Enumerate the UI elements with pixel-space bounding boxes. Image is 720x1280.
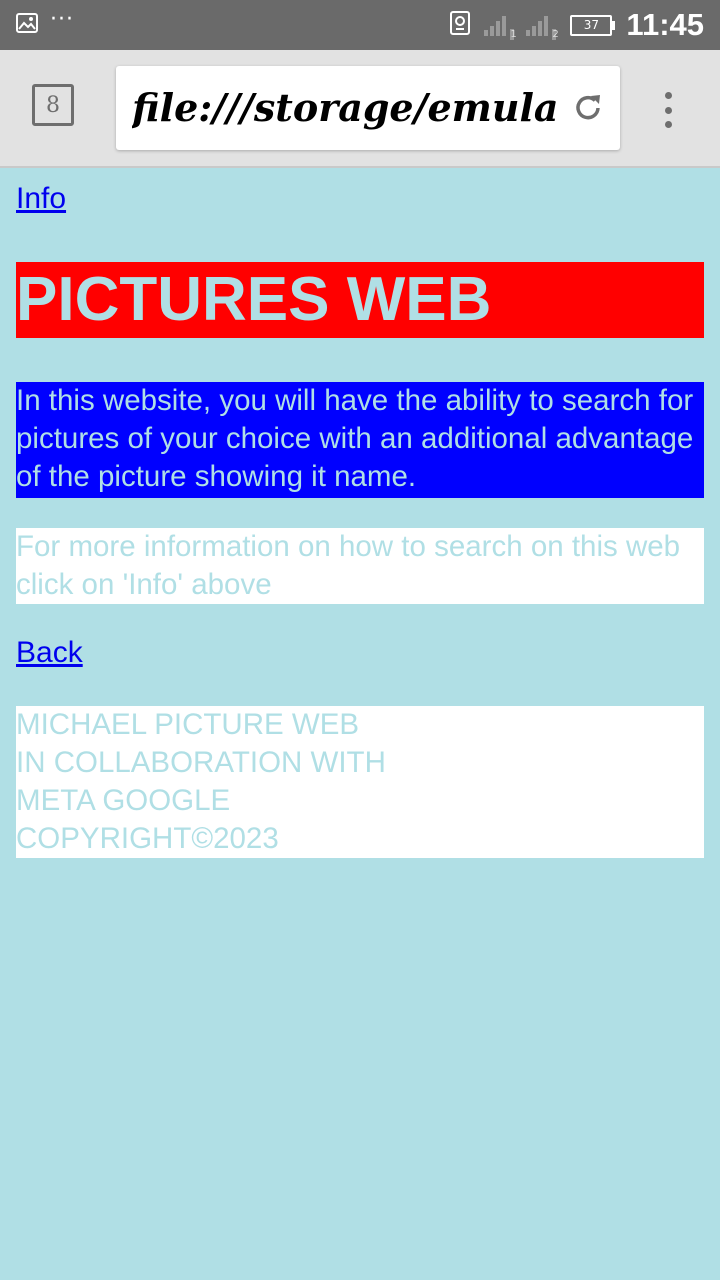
notification-area: ··· [0,9,74,37]
sim2-label: 2 [552,29,559,40]
image-icon [16,13,38,37]
signal-sim2-icon: 2 [526,14,559,40]
overflow-menu-icon[interactable] [658,92,678,128]
back-link[interactable]: Back [16,636,83,670]
sim1-label: 1 [510,29,517,40]
signal-sim1-icon: 1 [484,14,517,40]
tab-switcher-button[interactable]: 8 [32,84,74,126]
footer: MICHAEL PICTURE WEB IN COLLABORATION WIT… [16,706,704,858]
reload-icon[interactable] [570,90,606,126]
info-note-text: For more information on how to search on… [16,528,704,604]
footer-line: COPYRIGHT©2023 [16,822,279,855]
footer-line: MICHAEL PICTURE WEB [16,708,360,741]
description-text: In this website, you will have the abili… [16,382,704,498]
battery-icon: 37 [570,14,616,36]
more-dots-icon: ··· [50,7,74,32]
page-title: PICTURES WEB [16,262,704,338]
footer-line: META GOOGLE [16,784,231,817]
url-text[interactable]: file:///storage/emulated/0/. [132,82,560,134]
info-link[interactable]: Info [16,182,66,216]
status-bar: ··· 1 2 37 11:45 [0,0,720,50]
battery-level: 37 [583,17,600,32]
tab-count: 8 [46,92,60,118]
location-icon [450,11,471,39]
footer-line: IN COLLABORATION WITH [16,746,386,779]
browser-toolbar: 8 file:///storage/emulated/0/. [0,50,720,168]
clock: 11:45 [626,7,704,42]
address-bar[interactable]: file:///storage/emulated/0/. [116,66,620,150]
